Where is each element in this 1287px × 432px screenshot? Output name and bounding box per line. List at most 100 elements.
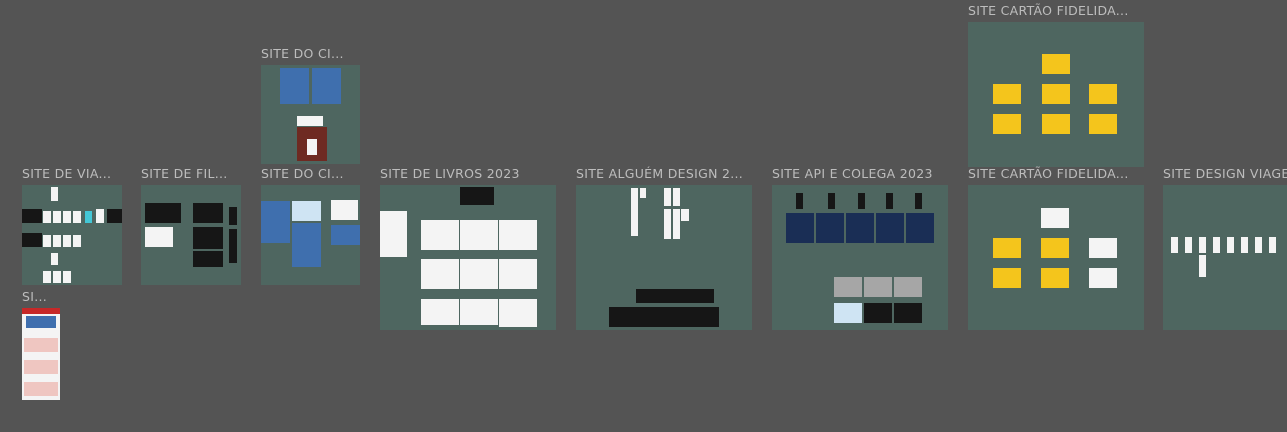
board-label[interactable]: SITE DE FIL... <box>141 166 228 181</box>
thumbnail <box>460 299 498 325</box>
thumbnail <box>631 188 638 236</box>
thumbnail <box>499 299 537 327</box>
thumbnail <box>53 235 61 247</box>
thumbnail <box>380 211 407 257</box>
board-canvas[interactable] <box>576 185 752 330</box>
board-label[interactable]: SITE DESIGN VIAGEM <box>1163 166 1287 181</box>
board-canvas[interactable] <box>380 185 556 330</box>
board-canvas[interactable] <box>772 185 948 330</box>
thumbnail <box>145 227 173 247</box>
thumbnail <box>460 187 494 205</box>
board-label[interactable]: SITE DE VIA... <box>22 166 111 181</box>
thumbnail <box>664 209 671 239</box>
thumbnail <box>886 193 893 209</box>
thumbnail <box>229 207 237 225</box>
board-canvas[interactable] <box>261 65 360 164</box>
thumbnail <box>1269 237 1276 253</box>
thumbnail <box>107 209 122 223</box>
thumbnail-header <box>22 308 60 314</box>
board-site-do-cinema[interactable]: SITE DO CI... <box>261 166 360 285</box>
board-site-de-livros-2023[interactable]: SITE DE LIVROS 2023 <box>380 166 556 330</box>
thumbnail <box>312 68 341 104</box>
thumbnail-section <box>24 338 58 352</box>
thumbnail <box>280 68 309 104</box>
board-label[interactable]: SITE DE LIVROS 2023 <box>380 166 520 181</box>
thumbnail <box>331 225 360 245</box>
thumbnail <box>421 220 459 250</box>
thumbnail <box>43 271 51 283</box>
board-label[interactable]: SITE ALGUÉM DESIGN 2... <box>576 166 743 181</box>
board-canvas[interactable] <box>968 22 1144 167</box>
board-site-de-viagens[interactable]: SITE DE VIA... <box>22 166 122 285</box>
board-canvas[interactable] <box>261 185 360 285</box>
board-canvas[interactable] <box>1163 185 1287 330</box>
board-site-cartao-fidelidade-top[interactable]: SITE CARTÃO FIDELIDA... <box>968 3 1144 167</box>
thumbnail <box>1042 84 1070 104</box>
thumbnail <box>846 213 874 243</box>
thumbnail <box>53 211 61 223</box>
board-site-alguem-design[interactable]: SITE ALGUÉM DESIGN 2... <box>576 166 752 330</box>
board-label[interactable]: SITE CARTÃO FIDELIDA... <box>968 3 1129 18</box>
thumbnail <box>63 271 71 283</box>
thumbnail <box>22 209 42 223</box>
board-canvas[interactable] <box>22 185 122 285</box>
board-label[interactable]: SITE CARTÃO FIDELIDA... <box>968 166 1129 181</box>
thumbnail <box>834 277 862 297</box>
thumbnail <box>73 235 81 247</box>
board-site-de-filmes[interactable]: SITE DE FIL... <box>141 166 241 285</box>
thumbnail <box>307 139 317 155</box>
board-label[interactable]: SI... <box>22 289 47 304</box>
thumbnail <box>193 227 223 249</box>
thumbnail <box>828 193 835 209</box>
thumbnail <box>1041 268 1069 288</box>
thumbnail <box>460 220 498 250</box>
board-site-do-cinema-top[interactable]: SITE DO CI... <box>261 46 360 164</box>
board-canvas[interactable] <box>968 185 1144 330</box>
board-label[interactable]: SITE DO CI... <box>261 166 344 181</box>
thumbnail <box>1185 237 1192 253</box>
thumbnail <box>993 238 1021 258</box>
thumbnail <box>63 235 71 247</box>
thumbnail <box>876 213 904 243</box>
thumbnail <box>640 188 646 198</box>
thumbnail <box>1089 238 1117 258</box>
thumbnail <box>636 289 714 303</box>
board-si[interactable]: SI... <box>22 289 60 400</box>
thumbnail <box>1089 84 1117 104</box>
thumbnail <box>51 253 58 265</box>
thumbnail <box>85 211 92 223</box>
thumbnail <box>193 203 223 223</box>
thumbnail <box>297 116 323 126</box>
board-label[interactable]: SITE DO CI... <box>261 46 344 61</box>
board-site-api-e-colega-2023[interactable]: SITE API E COLEGA 2023 <box>772 166 948 330</box>
thumbnail <box>1227 237 1234 253</box>
thumbnail <box>421 299 459 325</box>
thumbnail <box>906 213 934 243</box>
thumbnail <box>993 268 1021 288</box>
thumbnail <box>609 307 719 327</box>
thumbnail <box>63 211 71 223</box>
thumbnail <box>51 187 58 201</box>
thumbnail <box>460 259 498 289</box>
thumbnail <box>664 188 671 206</box>
thumbnail <box>1089 114 1117 134</box>
board-site-cartao-fidelidade[interactable]: SITE CARTÃO FIDELIDA... <box>968 166 1144 330</box>
thumbnail <box>1213 237 1220 253</box>
thumbnail <box>1041 238 1069 258</box>
thumbnail <box>1042 54 1070 74</box>
thumbnail <box>292 223 321 267</box>
thumbnail <box>43 235 51 247</box>
thumbnail <box>1199 237 1206 253</box>
thumbnail <box>864 303 892 323</box>
board-canvas[interactable] <box>141 185 241 285</box>
board-label[interactable]: SITE API E COLEGA 2023 <box>772 166 933 181</box>
thumbnail <box>864 277 892 297</box>
thumbnail <box>1041 208 1069 228</box>
thumbnail <box>915 193 922 209</box>
thumbnail <box>145 203 181 223</box>
board-site-design-viagem[interactable]: SITE DESIGN VIAGEM <box>1163 166 1287 330</box>
thumbnail <box>1255 237 1262 253</box>
thumbnail <box>786 213 814 243</box>
thumbnail <box>894 303 922 323</box>
thumbnail <box>673 209 680 239</box>
